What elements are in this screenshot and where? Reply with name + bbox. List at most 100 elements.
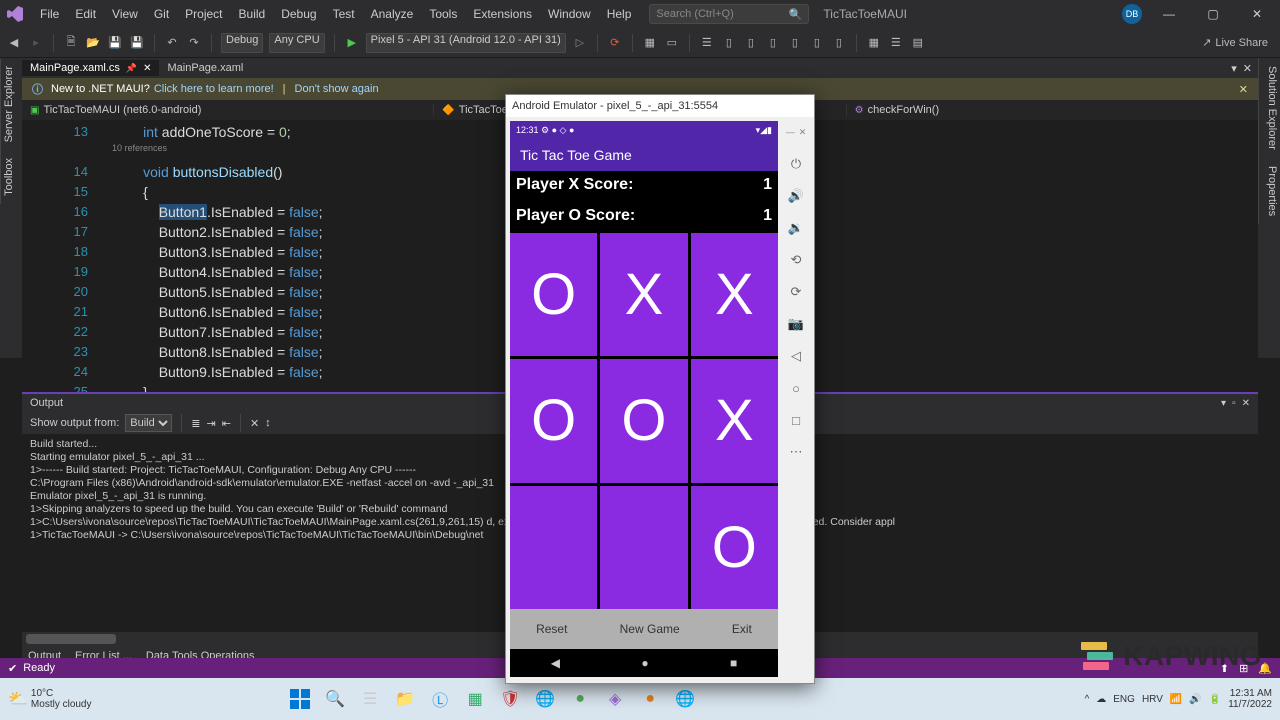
home-icon[interactable]: ○	[786, 378, 806, 398]
server-explorer-tab[interactable]: Server Explorer	[0, 58, 22, 150]
volup-icon[interactable]: 🔊	[786, 186, 806, 206]
game-cell-2[interactable]: X	[600, 233, 687, 356]
open-icon[interactable]: 📂	[85, 35, 101, 51]
weather-icon[interactable]: ⛅	[8, 689, 28, 709]
tb-icon-e[interactable]: ▯	[743, 35, 759, 51]
minimize-button[interactable]: —	[1152, 7, 1186, 21]
toolbox-tab[interactable]: Toolbox	[0, 150, 22, 204]
platform-combo[interactable]: Any CPU	[269, 33, 324, 53]
camera-icon[interactable]: 📷	[786, 314, 806, 334]
live-share[interactable]: ↗ Live Share	[1202, 36, 1274, 49]
taskview-icon[interactable]: ☰	[355, 684, 385, 714]
newgame-button[interactable]: New Game	[620, 622, 680, 636]
out-ico-a[interactable]: ≣	[191, 417, 200, 430]
exit-button[interactable]: Exit	[732, 622, 752, 636]
menu-project[interactable]: Project	[177, 7, 230, 21]
save-icon[interactable]: 💾	[107, 35, 123, 51]
nav-project[interactable]: ▣TicTacToeMAUI (net6.0-android)	[22, 104, 434, 116]
menu-git[interactable]: Git	[146, 7, 177, 21]
menu-debug[interactable]: Debug	[273, 7, 324, 21]
tb-icon-i[interactable]: ▯	[831, 35, 847, 51]
nav-back-icon[interactable]: ◀	[551, 656, 560, 670]
app-icon-b[interactable]: ▦	[460, 684, 490, 714]
play-icon[interactable]: ▶	[344, 35, 360, 51]
tb-icon-b[interactable]: ▭	[664, 35, 680, 51]
nav-back-icon[interactable]: ◀	[6, 35, 22, 51]
game-cell-1[interactable]: O	[510, 233, 597, 356]
target-combo[interactable]: Pixel 5 - API 31 (Android 12.0 - API 31)	[366, 33, 566, 53]
explorer-icon[interactable]: 📁	[390, 684, 420, 714]
close-button[interactable]: ✕	[1240, 7, 1274, 21]
game-cell-9[interactable]: O	[691, 486, 778, 609]
tabs-overflow-icon[interactable]: ▾	[1231, 62, 1237, 75]
more-icon[interactable]: ⋯	[786, 442, 806, 462]
menu-extensions[interactable]: Extensions	[465, 7, 540, 21]
tb-icon-j[interactable]: ▦	[866, 35, 882, 51]
tb-icon-c[interactable]: ☰	[699, 35, 715, 51]
tab-close-icon[interactable]: ✕	[143, 63, 151, 74]
save-all-icon[interactable]: 💾	[129, 35, 145, 51]
tb-icon-a[interactable]: ▦	[642, 35, 658, 51]
maximize-button[interactable]: ▢	[1196, 7, 1230, 21]
app-icon-a[interactable]: Ⓛ	[425, 684, 455, 714]
vs-icon[interactable]: ◈	[600, 684, 630, 714]
nav-member[interactable]: ⚙checkForWin()	[847, 104, 1258, 116]
power-icon[interactable]: ⏻	[786, 154, 806, 174]
scroll-thumb[interactable]	[26, 634, 116, 644]
properties-tab[interactable]: Properties	[1258, 158, 1280, 224]
tray-chevron-icon[interactable]: ^	[1085, 694, 1090, 705]
undo-icon[interactable]: ↶	[164, 35, 180, 51]
pin-icon[interactable]: 📌	[126, 63, 137, 74]
menu-window[interactable]: Window	[540, 7, 599, 21]
new-icon[interactable]: 🗎	[63, 35, 79, 51]
back-icon[interactable]: ◁	[786, 346, 806, 366]
game-cell-5[interactable]: O	[600, 359, 687, 482]
hot-reload-icon[interactable]: ⟳	[607, 35, 623, 51]
game-cell-7[interactable]	[510, 486, 597, 609]
dont-show-link[interactable]: Don't show again	[295, 83, 379, 95]
output-close-icon[interactable]: ✕	[1242, 398, 1250, 409]
tb-icon-f[interactable]: ▯	[765, 35, 781, 51]
tb-icon-k[interactable]: ☰	[888, 35, 904, 51]
tb-icon-g[interactable]: ▯	[787, 35, 803, 51]
menu-test[interactable]: Test	[325, 7, 363, 21]
menu-analyze[interactable]: Analyze	[363, 7, 422, 21]
volume-icon[interactable]: 🔊	[1189, 694, 1201, 705]
voldown-icon[interactable]: 🔉	[786, 218, 806, 238]
menu-edit[interactable]: Edit	[67, 7, 104, 21]
redo-icon[interactable]: ↷	[186, 35, 202, 51]
user-avatar[interactable]: DB	[1122, 4, 1142, 24]
weather-widget[interactable]: 10°CMostly cloudy	[31, 688, 92, 710]
nav-fwd-icon[interactable]: ▸	[28, 35, 44, 51]
out-ico-d[interactable]: ✕	[250, 417, 259, 430]
tb-icon-d[interactable]: ▯	[721, 35, 737, 51]
edge-icon[interactable]: 🌐	[530, 684, 560, 714]
game-cell-6[interactable]: X	[691, 359, 778, 482]
menu-view[interactable]: View	[104, 7, 146, 21]
play2-icon[interactable]: ▷	[572, 35, 588, 51]
out-ico-c[interactable]: ⇤	[222, 417, 231, 430]
nav-recent-icon[interactable]: ■	[730, 656, 737, 670]
emulator-titlebar[interactable]: Android Emulator - pixel_5_-_api_31:5554	[506, 95, 814, 117]
output-dropdown-icon[interactable]: ▾	[1221, 398, 1226, 409]
app-icon-d[interactable]: ●	[635, 684, 665, 714]
mcafee-icon[interactable]: 🛡	[495, 684, 525, 714]
menu-build[interactable]: Build	[231, 7, 274, 21]
rotate-left-icon[interactable]: ⟲	[786, 250, 806, 270]
reset-button[interactable]: Reset	[536, 622, 567, 636]
game-cell-8[interactable]	[600, 486, 687, 609]
wifi-icon[interactable]: 📶	[1170, 694, 1182, 705]
out-ico-e[interactable]: ↕	[265, 417, 271, 429]
doc-tab[interactable]: MainPage.xaml	[159, 60, 251, 76]
output-min-icon[interactable]: ▫	[1232, 398, 1236, 409]
tabs-close-icon[interactable]: ✕	[1243, 62, 1252, 75]
search-icon[interactable]: 🔍	[320, 684, 350, 714]
output-source-combo[interactable]: Build	[125, 414, 172, 432]
nav-home-icon[interactable]: ●	[641, 656, 648, 670]
app-icon-c[interactable]: ●	[565, 684, 595, 714]
rotate-right-icon[interactable]: ⟳	[786, 282, 806, 302]
game-cell-3[interactable]: X	[691, 233, 778, 356]
start-icon[interactable]	[285, 684, 315, 714]
menu-tools[interactable]: Tools	[421, 7, 465, 21]
menu-help[interactable]: Help	[599, 7, 640, 21]
